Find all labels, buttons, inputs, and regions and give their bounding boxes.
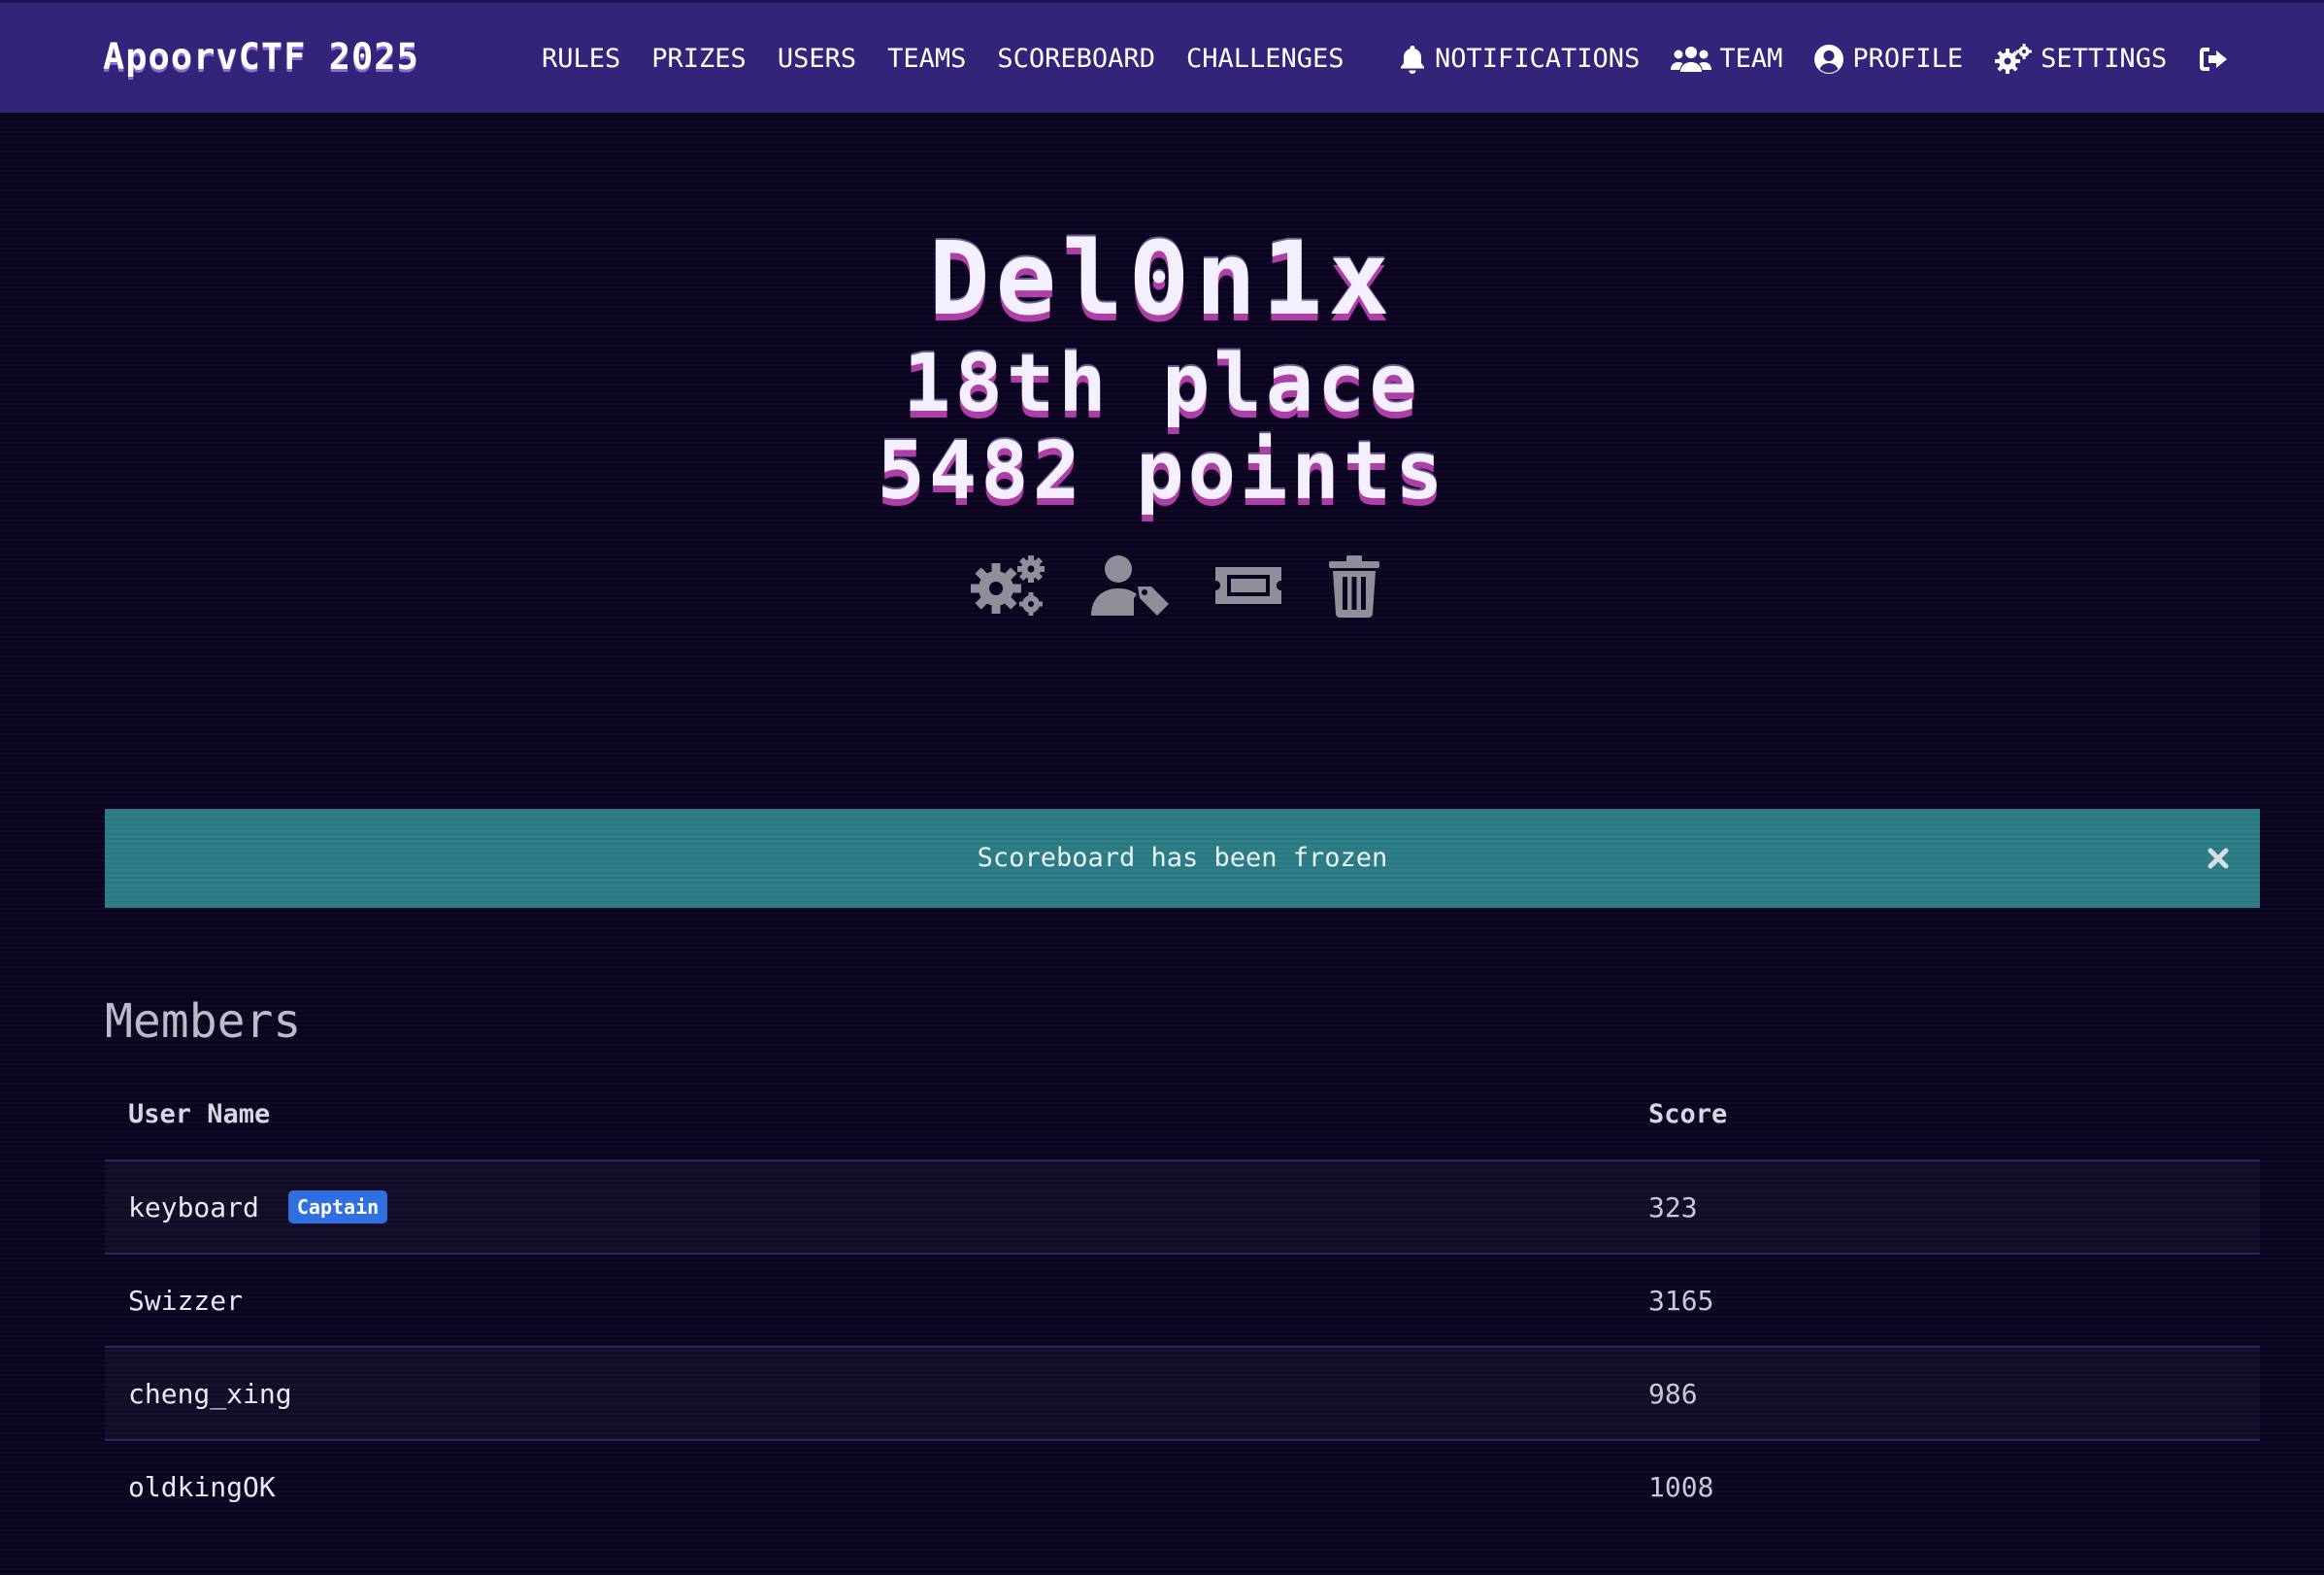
user-circle-icon bbox=[1813, 44, 1844, 75]
gears-icon bbox=[1994, 44, 2033, 75]
members-table: User Name Score keyboard Captain 323 Swiz… bbox=[105, 1066, 2260, 1534]
close-icon[interactable] bbox=[2202, 842, 2235, 875]
member-name-cell: keyboard Captain bbox=[128, 1161, 388, 1255]
members-heading: Members bbox=[105, 994, 302, 1049]
team-name: Del0n1x bbox=[928, 219, 1396, 338]
user-tag-icon[interactable] bbox=[1089, 553, 1171, 621]
nav-notifications[interactable]: NOTIFICATIONS bbox=[1398, 40, 1640, 79]
users-icon bbox=[1671, 44, 1712, 75]
trash-icon[interactable] bbox=[1326, 553, 1382, 621]
member-name-link[interactable]: keyboard bbox=[128, 1191, 259, 1223]
nav-settings[interactable]: SETTINGS bbox=[1994, 40, 2167, 79]
nav-link-rules[interactable]: RULES bbox=[542, 40, 620, 79]
table-row: keyboard Captain 323 bbox=[105, 1161, 2260, 1255]
member-score: 986 bbox=[1648, 1378, 1698, 1410]
nav-notifications-label: NOTIFICATIONS bbox=[1435, 44, 1641, 74]
column-header-user-name[interactable]: User Name bbox=[128, 1066, 270, 1163]
nav-link-teams[interactable]: TEAMS bbox=[887, 40, 966, 79]
table-row: oldkingOK 1008 bbox=[105, 1441, 2260, 1534]
brand-logo[interactable]: ApoorvCTF 2025 bbox=[103, 36, 419, 79]
team-actions bbox=[967, 553, 1382, 621]
nav-profile-label: PROFILE bbox=[1852, 44, 1964, 74]
nav-link-scoreboard[interactable]: SCOREBOARD bbox=[997, 40, 1155, 79]
nav-link-challenges[interactable]: CHALLENGES bbox=[1186, 40, 1345, 79]
nav-link-prizes[interactable]: PRIZES bbox=[651, 40, 747, 79]
nav-team[interactable]: TEAM bbox=[1671, 40, 1782, 79]
member-name-link[interactable]: Swizzer bbox=[128, 1255, 243, 1348]
member-score: 323 bbox=[1648, 1191, 1698, 1223]
member-name-link[interactable]: oldkingOK bbox=[128, 1441, 276, 1534]
nav-profile[interactable]: PROFILE bbox=[1813, 40, 1963, 79]
table-row: Swizzer 3165 bbox=[105, 1255, 2260, 1348]
nav-team-label: TEAM bbox=[1719, 44, 1783, 74]
scoreboard-frozen-alert: Scoreboard has been frozen bbox=[105, 809, 2260, 908]
captain-badge: Captain bbox=[287, 1190, 388, 1223]
member-score: 1008 bbox=[1648, 1471, 1714, 1503]
alert-message: Scoreboard has been frozen bbox=[977, 843, 1388, 873]
member-name-link[interactable]: cheng_xing bbox=[128, 1348, 292, 1441]
team-place: 18th place bbox=[903, 338, 1421, 430]
gears-icon[interactable] bbox=[967, 553, 1048, 621]
member-score: 3165 bbox=[1648, 1285, 1714, 1317]
ticket-icon[interactable] bbox=[1212, 553, 1285, 621]
nav-links: RULES PRIZES USERS TEAMS SCOREBOARD CHAL… bbox=[542, 40, 1345, 79]
column-header-score[interactable]: Score bbox=[1648, 1066, 1727, 1163]
nav-link-users[interactable]: USERS bbox=[778, 40, 856, 79]
navbar: ApoorvCTF 2025 RULES PRIZES USERS TEAMS … bbox=[0, 0, 2324, 113]
bell-icon bbox=[1398, 44, 1427, 75]
nav-right: NOTIFICATIONS TEAM PROFILE SETTINGS bbox=[1398, 40, 2229, 79]
logout-button[interactable] bbox=[2198, 40, 2229, 79]
table-row: cheng_xing 986 bbox=[105, 1348, 2260, 1441]
table-header: User Name Score bbox=[105, 1066, 2260, 1161]
sign-out-icon bbox=[2198, 45, 2229, 74]
nav-settings-label: SETTINGS bbox=[2041, 44, 2168, 74]
team-points: 5482 points bbox=[877, 425, 1447, 518]
